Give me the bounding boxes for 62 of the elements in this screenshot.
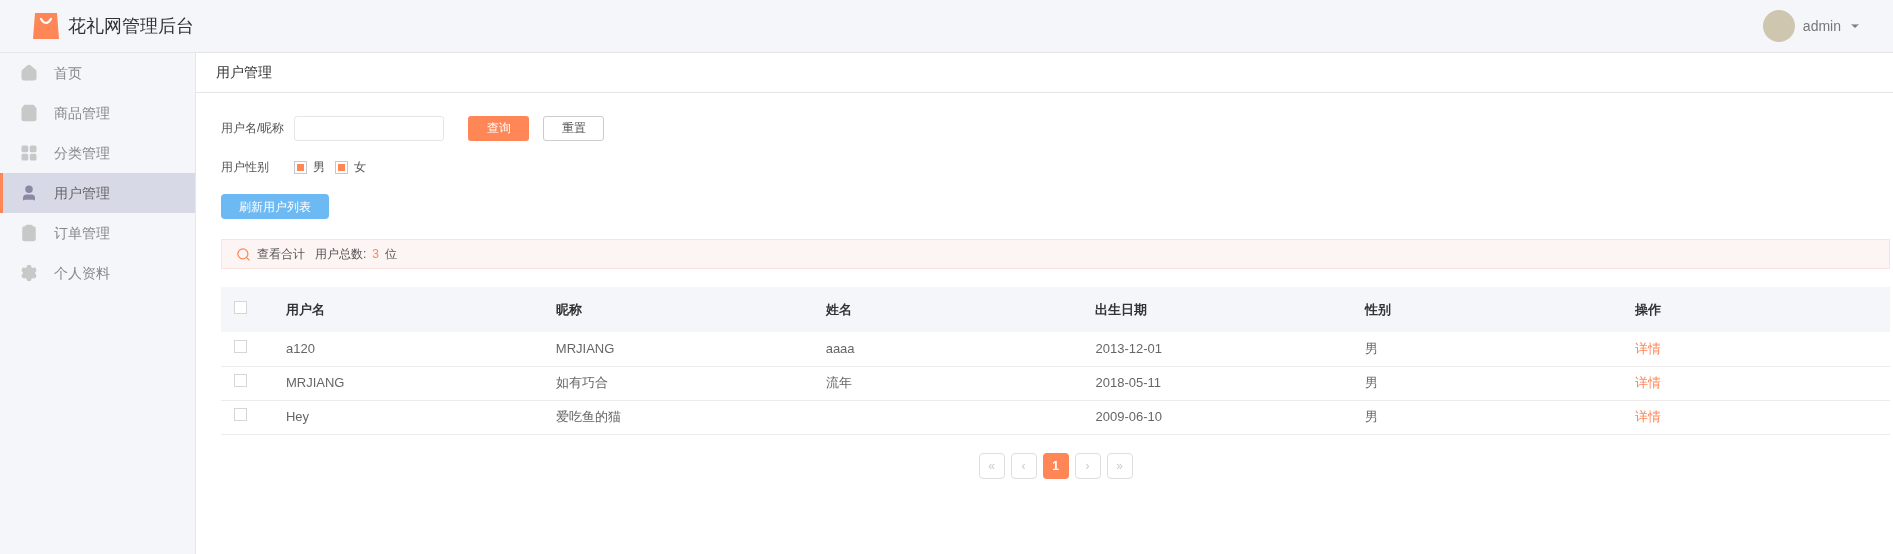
column-header: 用户名 <box>285 301 325 317</box>
table-cell: 2018-05-11 <box>1095 375 1162 391</box>
details-link[interactable]: 详情 <box>1635 375 1662 391</box>
gender-checkbox[interactable] <box>294 160 307 174</box>
page-button[interactable]: ‹ <box>1010 452 1037 479</box>
sidebar-item[interactable]: 用户管理 <box>0 173 195 213</box>
field-label: 用户性别 <box>221 159 270 176</box>
query-button[interactable]: 查询 <box>468 115 529 141</box>
count-unit: 位 <box>385 246 398 263</box>
table-cell: 流年 <box>825 375 852 391</box>
home-icon <box>20 64 38 82</box>
sidebar-item[interactable]: 订单管理 <box>0 213 195 253</box>
summary-label: 查看合计 <box>257 246 305 263</box>
avatar-icon[interactable] <box>1762 10 1795 42</box>
sidebar-item[interactable]: 分类管理 <box>0 133 195 173</box>
sidebar-item[interactable]: 商品管理 <box>0 93 195 133</box>
sidebar-item[interactable]: 首页 <box>0 53 195 93</box>
checkbox-label: 男 <box>313 159 325 176</box>
settings-icon <box>20 264 38 282</box>
details-link[interactable]: 详情 <box>1635 409 1662 425</box>
checkbox-label: 女 <box>354 159 366 176</box>
table-cell: aaaa <box>825 341 855 356</box>
field-label: 用户名/昵称 <box>221 120 286 137</box>
reset-button[interactable]: 重置 <box>543 115 604 141</box>
row-checkbox[interactable] <box>234 408 247 422</box>
shopping-bag-logo-icon <box>32 11 60 41</box>
user-count: 3 <box>372 246 380 263</box>
table-cell: a120 <box>285 341 315 356</box>
user-name[interactable]: admin <box>1802 15 1841 37</box>
gender-checkbox[interactable] <box>335 160 348 174</box>
page-button[interactable]: 1 <box>1042 452 1069 479</box>
table-cell: 男 <box>1365 409 1379 425</box>
grid-icon <box>20 144 38 162</box>
table-cell: 男 <box>1365 341 1379 356</box>
select-all-checkbox[interactable] <box>234 300 247 314</box>
table-cell: MRJIANG <box>285 375 345 391</box>
row-checkbox[interactable] <box>234 340 247 353</box>
summary-text: 用户总数: <box>315 246 367 263</box>
column-header: 姓名 <box>825 301 852 317</box>
breadcrumb: 用户管理 <box>216 63 272 82</box>
column-header: 出生日期 <box>1095 301 1148 317</box>
name-input-field[interactable] <box>294 115 444 141</box>
details-link[interactable]: 详情 <box>1635 341 1662 356</box>
page-button[interactable]: › <box>1074 452 1101 479</box>
page-button[interactable]: » <box>1106 452 1133 479</box>
search-icon <box>236 246 251 262</box>
table-cell: 爱吃鱼的猫 <box>555 409 621 425</box>
table-cell: 2013-12-01 <box>1095 341 1162 356</box>
app-title: 花礼网管理后台 <box>68 14 194 38</box>
column-header: 操作 <box>1635 301 1662 317</box>
table-cell: MRJIANG <box>555 341 615 356</box>
table-cell: Hey <box>285 409 310 425</box>
column-header: 昵称 <box>555 301 582 317</box>
page-button[interactable]: « <box>978 452 1005 479</box>
user-icon <box>20 184 38 202</box>
refresh-button[interactable]: 刷新用户列表 <box>221 194 329 219</box>
column-header: 性别 <box>1365 301 1392 317</box>
sidebar-item[interactable]: 个人资料 <box>0 253 195 293</box>
row-checkbox[interactable] <box>234 374 247 388</box>
table-cell: 2009-06-10 <box>1095 409 1162 425</box>
table-cell: 如有巧合 <box>555 375 608 391</box>
table-cell: 男 <box>1365 375 1379 391</box>
